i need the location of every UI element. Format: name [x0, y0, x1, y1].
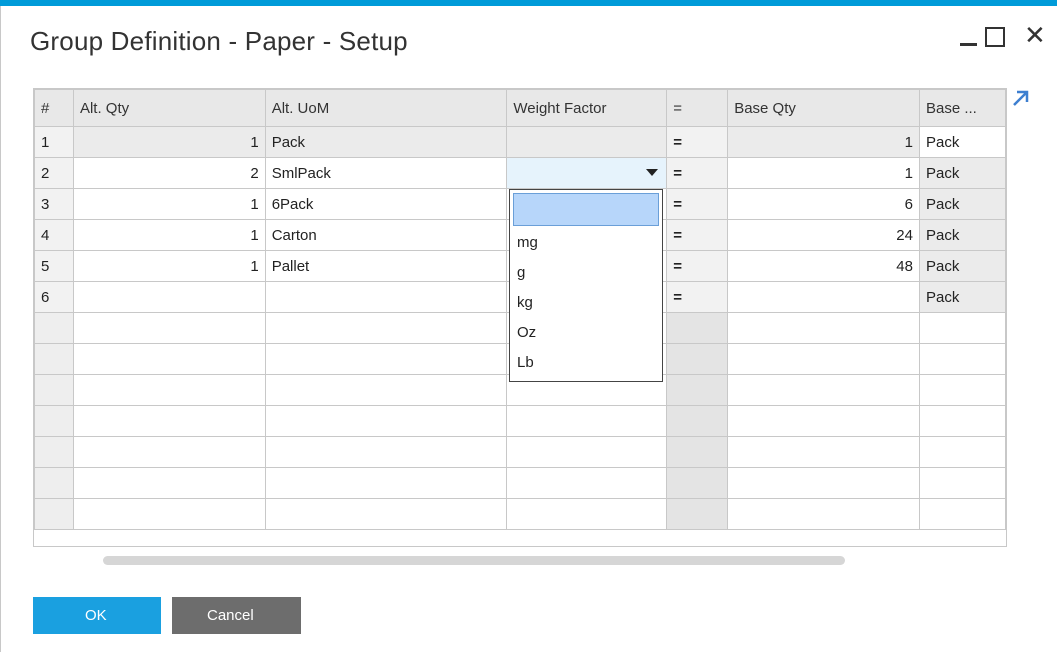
empty-row[interactable]: [34, 498, 1006, 530]
window-border: [0, 6, 1, 652]
horizontal-scrollbar[interactable]: [103, 556, 845, 565]
dropdown-option-g[interactable]: g: [510, 257, 662, 288]
window-title: Group Definition - Paper - Setup: [30, 26, 408, 56]
dropdown-option-kg[interactable]: kg: [510, 287, 662, 318]
alt-uom-cell[interactable]: Pallet: [264, 250, 508, 282]
column-header-equals[interactable]: =: [666, 89, 729, 127]
base-qty-cell[interactable]: 1: [727, 157, 920, 189]
base-uom-cell[interactable]: Pack: [918, 281, 1006, 313]
ok-button[interactable]: OK: [33, 597, 161, 634]
equals-cell: =: [666, 281, 729, 313]
alt-qty-cell[interactable]: 1: [72, 219, 266, 251]
dropdown-arrow-icon[interactable]: [646, 169, 659, 176]
equals-cell: =: [666, 219, 729, 251]
maximize-button[interactable]: [985, 27, 1005, 47]
base-uom-cell[interactable]: Pack: [918, 126, 1006, 158]
weight-unit-dropdown[interactable]: mg g kg Oz Lb: [509, 189, 663, 382]
column-header-alt-uom[interactable]: Alt. UoM: [264, 89, 508, 127]
empty-row[interactable]: [34, 467, 1006, 499]
window-accent-bar: [0, 0, 1057, 6]
dropdown-option-empty[interactable]: [513, 193, 659, 226]
base-uom-cell[interactable]: Pack: [918, 188, 1006, 220]
base-uom-cell[interactable]: Pack: [918, 219, 1006, 251]
expand-icon[interactable]: [1009, 88, 1031, 110]
base-qty-cell[interactable]: 48: [727, 250, 920, 282]
alt-qty-cell[interactable]: [72, 281, 266, 313]
table-row[interactable]: 2 2 SmlPack = 1 Pack: [34, 157, 1006, 189]
row-number: 6: [34, 281, 74, 313]
alt-qty-cell[interactable]: 1: [72, 250, 266, 282]
row-number: 1: [34, 126, 74, 158]
row-number: 4: [34, 219, 74, 251]
alt-uom-cell[interactable]: Pack: [264, 126, 508, 158]
weight-factor-select[interactable]: [506, 157, 668, 189]
table-row[interactable]: 1 1 Pack = 1 Pack: [34, 126, 1006, 158]
dropdown-option-lb[interactable]: Lb: [510, 347, 662, 378]
equals-cell: =: [666, 126, 729, 158]
base-qty-cell[interactable]: 24: [727, 219, 920, 251]
equals-cell: =: [666, 250, 729, 282]
column-header-number[interactable]: #: [34, 89, 74, 127]
alt-qty-cell[interactable]: 2: [72, 157, 266, 189]
column-header-weight-factor[interactable]: Weight Factor: [506, 89, 668, 127]
empty-row[interactable]: [34, 405, 1006, 437]
column-header-base-uom[interactable]: Base ...: [918, 89, 1006, 127]
equals-cell: =: [666, 157, 729, 189]
empty-row[interactable]: [34, 436, 1006, 468]
base-qty-cell[interactable]: [727, 281, 920, 313]
table-header-row: # Alt. Qty Alt. UoM Weight Factor = Base…: [34, 89, 1006, 127]
base-qty-cell[interactable]: 6: [727, 188, 920, 220]
equals-cell: =: [666, 188, 729, 220]
dropdown-option-oz[interactable]: Oz: [510, 317, 662, 348]
column-header-alt-qty[interactable]: Alt. Qty: [72, 89, 266, 127]
column-header-base-qty[interactable]: Base Qty: [727, 89, 920, 127]
alt-qty-cell[interactable]: 1: [72, 188, 266, 220]
close-button[interactable]: ✕: [1024, 22, 1046, 48]
alt-uom-cell[interactable]: SmlPack: [264, 157, 508, 189]
alt-qty-cell[interactable]: 1: [72, 126, 266, 158]
weight-factor-cell[interactable]: [506, 126, 668, 158]
alt-uom-cell[interactable]: [264, 281, 508, 313]
base-uom-cell[interactable]: Pack: [918, 157, 1006, 189]
row-number: 5: [34, 250, 74, 282]
cancel-button[interactable]: Cancel: [172, 597, 301, 634]
alt-uom-cell[interactable]: Carton: [264, 219, 508, 251]
base-uom-cell[interactable]: Pack: [918, 250, 1006, 282]
row-number: 2: [34, 157, 74, 189]
minimize-button[interactable]: [958, 28, 980, 48]
row-number: 3: [34, 188, 74, 220]
base-qty-cell[interactable]: 1: [727, 126, 920, 158]
alt-uom-cell[interactable]: 6Pack: [264, 188, 508, 220]
dropdown-option-mg[interactable]: mg: [510, 227, 662, 258]
